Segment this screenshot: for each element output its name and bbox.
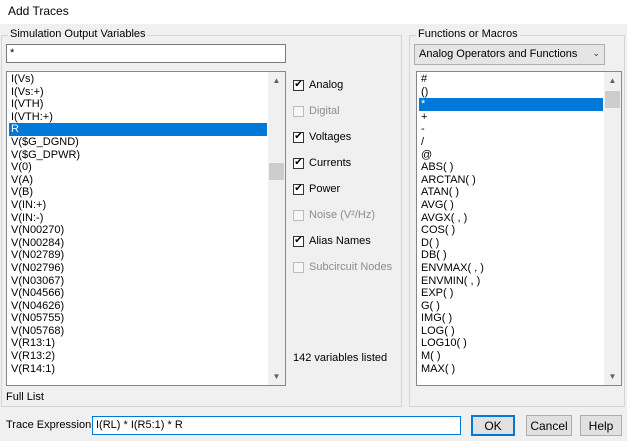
option-label: Analog — [309, 79, 344, 91]
variable-item[interactable]: V(N03067) — [9, 275, 267, 288]
function-item[interactable]: M( ) — [419, 350, 603, 363]
variable-item[interactable]: V(R13:1) — [9, 337, 267, 350]
trace-expression-input[interactable]: I(RL) * I(R5:1) * R — [92, 416, 461, 435]
variable-item[interactable]: V($G_DPWR) — [9, 149, 267, 162]
variables-count: 142 variables listed — [293, 352, 388, 364]
function-item[interactable]: DB( ) — [419, 249, 603, 262]
functions-category-select[interactable]: Analog Operators and Functions ⌄ — [414, 44, 605, 65]
window-title: Add Traces — [8, 4, 69, 18]
function-item[interactable]: ENVMAX( , ) — [419, 262, 603, 275]
functions-category-value: Analog Operators and Functions — [419, 48, 578, 60]
variable-item[interactable]: I(Vs) — [9, 73, 267, 86]
checkbox-checked-icon[interactable]: ✔ — [293, 131, 304, 143]
title-bar: Add Traces — [0, 0, 627, 24]
function-item[interactable]: * — [419, 98, 603, 111]
function-item[interactable]: AVG( ) — [419, 199, 603, 212]
full-list-label: Full List — [6, 391, 44, 403]
checkbox-checked-icon[interactable]: ✔ — [293, 183, 304, 195]
function-item[interactable]: MAX( ) — [419, 363, 603, 376]
option-analog[interactable]: ✔ Analog — [293, 77, 343, 93]
variables-items: I(Vs) I(Vs:+) I(VTH) I(VTH:+) R V($G_DGND) V($… — [9, 73, 267, 375]
option-power[interactable]: ✔ Power — [293, 181, 340, 197]
filter-input[interactable]: * — [6, 44, 286, 63]
variable-item[interactable]: I(VTH:+) — [9, 111, 267, 124]
function-item[interactable]: LOG10( ) — [419, 337, 603, 350]
option-noise-v-hz: Noise (V²/Hz) — [293, 207, 375, 223]
scroll-thumb[interactable] — [605, 91, 620, 108]
variable-item[interactable]: V(N02789) — [9, 249, 267, 262]
scroll-up-icon[interactable]: ▲ — [604, 72, 621, 89]
variable-item[interactable]: V(IN:-) — [9, 212, 267, 225]
variable-item[interactable]: V(N04626) — [9, 300, 267, 313]
functions-list[interactable]: #() * + - / @ ABS( ) ARCTAN( ) ATAN( ) AVG( ) AVGX… — [416, 71, 622, 386]
checkbox-unchecked-icon — [293, 209, 304, 221]
variable-item[interactable]: V(IN:+) — [9, 199, 267, 212]
variable-item[interactable]: V(N05768) — [9, 325, 267, 338]
variable-item[interactable]: V(N04566) — [9, 287, 267, 300]
variable-item[interactable]: V(N00284) — [9, 237, 267, 250]
option-label: Power — [309, 183, 341, 195]
variable-item[interactable]: V(B) — [9, 186, 267, 199]
option-voltages[interactable]: ✔ Voltages — [293, 129, 351, 145]
function-item[interactable]: ENVMIN( , ) — [419, 275, 603, 288]
ok-button[interactable]: OK — [471, 415, 515, 436]
checkbox-checked-icon[interactable]: ✔ — [293, 79, 304, 91]
checkbox-unchecked-icon — [293, 261, 304, 273]
option-label: Voltages — [309, 131, 352, 143]
functions-items: #() * + - / @ ABS( ) ARCTAN( ) ATAN( ) AVG( ) AVGX… — [419, 73, 603, 375]
function-item[interactable]: COS( ) — [419, 224, 603, 237]
variable-item[interactable]: I(VTH) — [9, 98, 267, 111]
option-label: Digital — [309, 105, 340, 117]
checkbox-checked-icon[interactable]: ✔ — [293, 235, 304, 247]
function-item[interactable]: G( ) — [419, 300, 603, 313]
function-item[interactable]: # — [419, 73, 603, 86]
variable-item[interactable]: I(Vs:+) — [9, 86, 267, 99]
variables-list[interactable]: I(Vs) I(Vs:+) I(VTH) I(VTH:+) R V($G_DGND) V($… — [6, 71, 286, 386]
scroll-thumb[interactable] — [269, 163, 284, 180]
variable-item[interactable]: V($G_DGND) — [9, 136, 267, 149]
function-item[interactable]: () — [419, 86, 603, 99]
function-item[interactable]: / — [419, 136, 603, 149]
function-item[interactable]: - — [419, 123, 603, 136]
function-item[interactable]: AVGX( , ) — [419, 212, 603, 225]
variable-item[interactable]: V(N05755) — [9, 312, 267, 325]
simulation-output-label: Simulation Output Variables — [8, 28, 148, 40]
option-alias-names[interactable]: ✔ Alias Names — [293, 233, 371, 249]
functions-scrollbar[interactable]: ▲ ▼ — [604, 72, 621, 385]
variable-item[interactable]: V(N00270) — [9, 224, 267, 237]
cancel-button[interactable]: Cancel — [526, 415, 572, 436]
functions-label: Functions or Macros — [416, 28, 520, 40]
function-item[interactable]: ARCTAN( ) — [419, 174, 603, 187]
function-item[interactable]: IMG( ) — [419, 312, 603, 325]
scroll-down-icon[interactable]: ▼ — [604, 368, 621, 385]
function-item[interactable]: + — [419, 111, 603, 124]
variable-item[interactable]: R — [9, 123, 267, 136]
scroll-up-icon[interactable]: ▲ — [268, 72, 285, 89]
variable-item[interactable]: V(R14:1) — [9, 363, 267, 376]
function-item[interactable]: LOG( ) — [419, 325, 603, 338]
variables-scrollbar[interactable]: ▲ ▼ — [268, 72, 285, 385]
trace-expression-label: Trace Expression: — [6, 419, 95, 431]
checkbox-unchecked-icon — [293, 105, 304, 117]
checkbox-checked-icon[interactable]: ✔ — [293, 157, 304, 169]
function-item[interactable]: ATAN( ) — [419, 186, 603, 199]
chevron-down-icon: ⌄ — [592, 48, 600, 58]
variable-item[interactable]: V(0) — [9, 161, 267, 174]
option-label: Subcircuit Nodes — [309, 261, 393, 273]
scroll-down-icon[interactable]: ▼ — [268, 368, 285, 385]
option-label: Currents — [309, 157, 352, 169]
option-digital: Digital — [293, 103, 340, 119]
variable-item[interactable]: V(R13:2) — [9, 350, 267, 363]
function-item[interactable]: @ — [419, 149, 603, 162]
option-label: Noise (V²/Hz) — [309, 209, 376, 221]
function-item[interactable]: EXP( ) — [419, 287, 603, 300]
variable-item[interactable]: V(A) — [9, 174, 267, 187]
variable-item[interactable]: V(N02796) — [9, 262, 267, 275]
function-item[interactable]: D( ) — [419, 237, 603, 250]
option-subcircuit-nodes: Subcircuit Nodes — [293, 259, 392, 275]
function-item[interactable]: ABS( ) — [419, 161, 603, 174]
help-button[interactable]: Help — [580, 415, 622, 436]
option-currents[interactable]: ✔ Currents — [293, 155, 351, 171]
option-label: Alias Names — [309, 235, 371, 247]
